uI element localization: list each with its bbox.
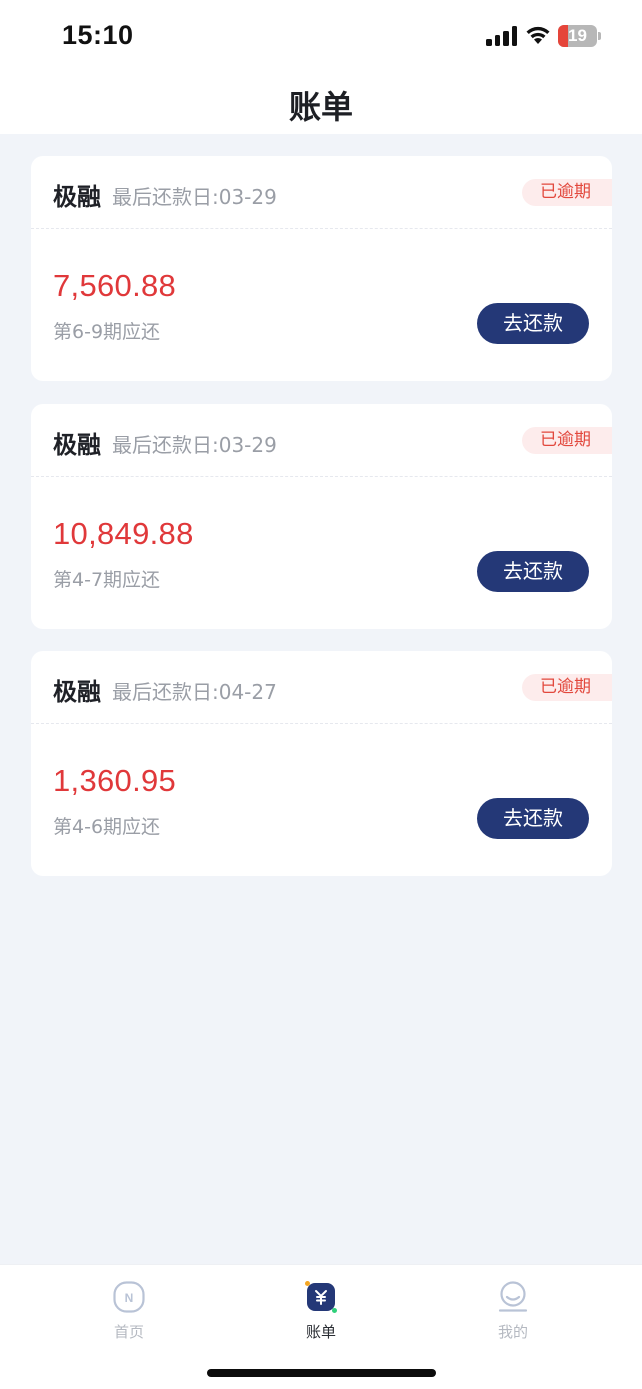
home-icon: N [113, 1281, 145, 1313]
bill-card-header: 极融 最后还款日:03-29 已逾期 [31, 156, 612, 229]
bill-icon [305, 1281, 337, 1313]
tab-label: 我的 [497, 1323, 528, 1341]
bill-period: 第6-9期应还 [53, 321, 161, 343]
tab-label: 账单 [305, 1323, 336, 1341]
navigation-header: 账单 [0, 70, 642, 134]
due-date: 最后还款日:03-29 [112, 185, 277, 209]
bills-page: 15:10 19 账单 极融 最后还款日:03-29 已逾期 7,560.88 … [0, 0, 642, 1389]
bill-card-header: 极融 最后还款日:03-29 已逾期 [31, 404, 612, 477]
status-time: 15:10 [62, 20, 134, 50]
overdue-badge: 已逾期 [522, 427, 612, 454]
tab-home[interactable]: N 首页 [69, 1281, 189, 1345]
due-date: 最后还款日:04-27 [112, 680, 277, 704]
bill-amount: 10,849.88 [53, 516, 194, 551]
profile-icon [498, 1281, 528, 1312]
status-bar: 15:10 19 [0, 0, 642, 70]
lender-name: 极融 [53, 678, 101, 706]
due-date: 最后还款日:03-29 [112, 433, 277, 457]
wifi-icon [526, 26, 550, 44]
bill-card: 极融 最后还款日:03-29 已逾期 10,849.88 第4-7期应还 去还款 [31, 404, 612, 629]
battery-level: 19 [568, 26, 587, 45]
bill-card-header: 极融 最后还款日:04-27 已逾期 [31, 651, 612, 724]
lender-name: 极融 [53, 183, 101, 211]
overdue-badge: 已逾期 [522, 674, 612, 701]
home-indicator [207, 1369, 436, 1377]
bill-period: 第4-7期应还 [53, 569, 161, 591]
bill-card: 极融 最后还款日:03-29 已逾期 7,560.88 第6-9期应还 去还款 [31, 156, 612, 381]
bill-period: 第4-6期应还 [53, 816, 161, 838]
overdue-badge: 已逾期 [522, 179, 612, 206]
bill-amount: 7,560.88 [53, 268, 177, 303]
repay-button[interactable]: 去还款 [477, 798, 589, 839]
cellular-signal-icon [486, 26, 518, 46]
tab-label: 首页 [113, 1323, 144, 1341]
bill-card: 极融 最后还款日:04-27 已逾期 1,360.95 第4-6期应还 去还款 [31, 651, 612, 876]
battery-icon: 19 [558, 25, 602, 47]
repay-button[interactable]: 去还款 [477, 551, 589, 592]
tab-bills[interactable]: 账单 [261, 1281, 381, 1345]
bill-amount: 1,360.95 [53, 763, 177, 798]
svg-text:N: N [125, 1291, 134, 1305]
lender-name: 极融 [53, 431, 101, 459]
page-title: 账单 [288, 88, 353, 126]
repay-button[interactable]: 去还款 [477, 303, 589, 344]
tab-profile[interactable]: 我的 [453, 1281, 573, 1345]
